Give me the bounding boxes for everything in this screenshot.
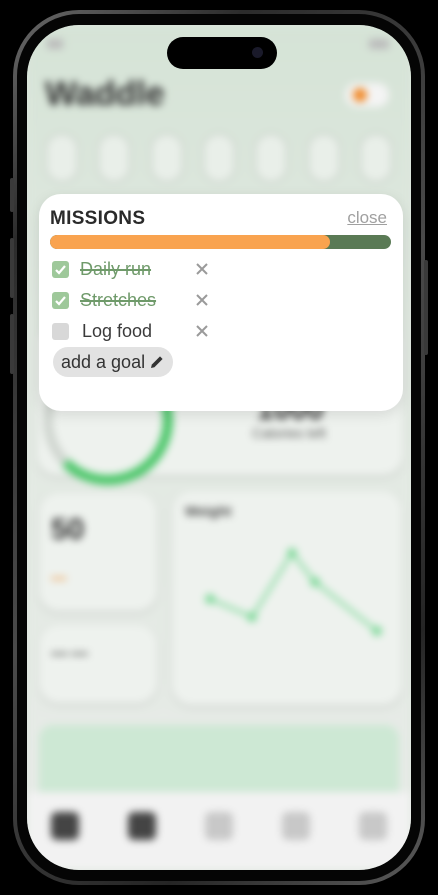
checkmark-icon [55, 295, 66, 306]
add-tab-icon [204, 812, 233, 840]
add-goal-label: add a goal [61, 351, 146, 372]
menu-tab-icon [358, 812, 387, 840]
streak-badge [345, 83, 389, 107]
weight-label: Weight [185, 503, 232, 519]
penguin-card [39, 493, 157, 611]
calories-left-label: Calories left [252, 425, 326, 441]
weight-chart [205, 548, 382, 636]
goal-item-daily-run: Daily run [52, 258, 208, 280]
camera-icon [252, 47, 263, 58]
volume-up-button [10, 238, 14, 298]
tab-bar [27, 792, 411, 870]
app-title: Waddle [45, 75, 165, 113]
add-goal-button[interactable]: add a goal [53, 347, 174, 377]
goal-checkbox[interactable] [52, 260, 69, 278]
missions-title: MISSIONS [50, 208, 146, 229]
signal-icon [47, 39, 63, 49]
goal-item-log-food: Log food [52, 320, 208, 342]
calendar-tab-icon [281, 812, 310, 840]
volume-down-button [10, 314, 14, 374]
close-x-icon[interactable] [194, 261, 210, 277]
power-button [424, 260, 428, 355]
home-tab-icon [128, 812, 157, 840]
action-button [10, 178, 14, 212]
goal-checkbox[interactable] [52, 291, 69, 309]
dynamic-island [167, 37, 277, 69]
checkmark-icon [55, 264, 66, 275]
goal-label: Log food [82, 320, 153, 341]
battery-icon [369, 39, 389, 49]
missions-progress-fill [50, 235, 330, 249]
close-x-icon[interactable] [194, 323, 210, 339]
phone-screen: Waddle 1000 Calories left 50 •••• •••• •… [27, 25, 411, 870]
week-day-row [45, 133, 393, 183]
goal-checkbox[interactable] [52, 322, 69, 340]
profile-tab-icon [51, 812, 80, 840]
blurred-background-app: Waddle 1000 Calories left 50 •••• •••• •… [27, 25, 411, 870]
goal-label: Daily run [80, 258, 152, 279]
close-x-icon[interactable] [194, 292, 210, 308]
close-link[interactable]: close [347, 208, 387, 228]
steps-card [39, 625, 157, 703]
goal-item-stretches: Stretches [52, 289, 208, 311]
missions-progress-bar [50, 235, 391, 249]
goal-label: Stretches [80, 289, 157, 310]
missions-popup: MISSIONS close Daily run Stretches Log f… [39, 194, 403, 411]
pencil-icon [151, 356, 163, 368]
penguin-score: 50 [51, 513, 85, 546]
